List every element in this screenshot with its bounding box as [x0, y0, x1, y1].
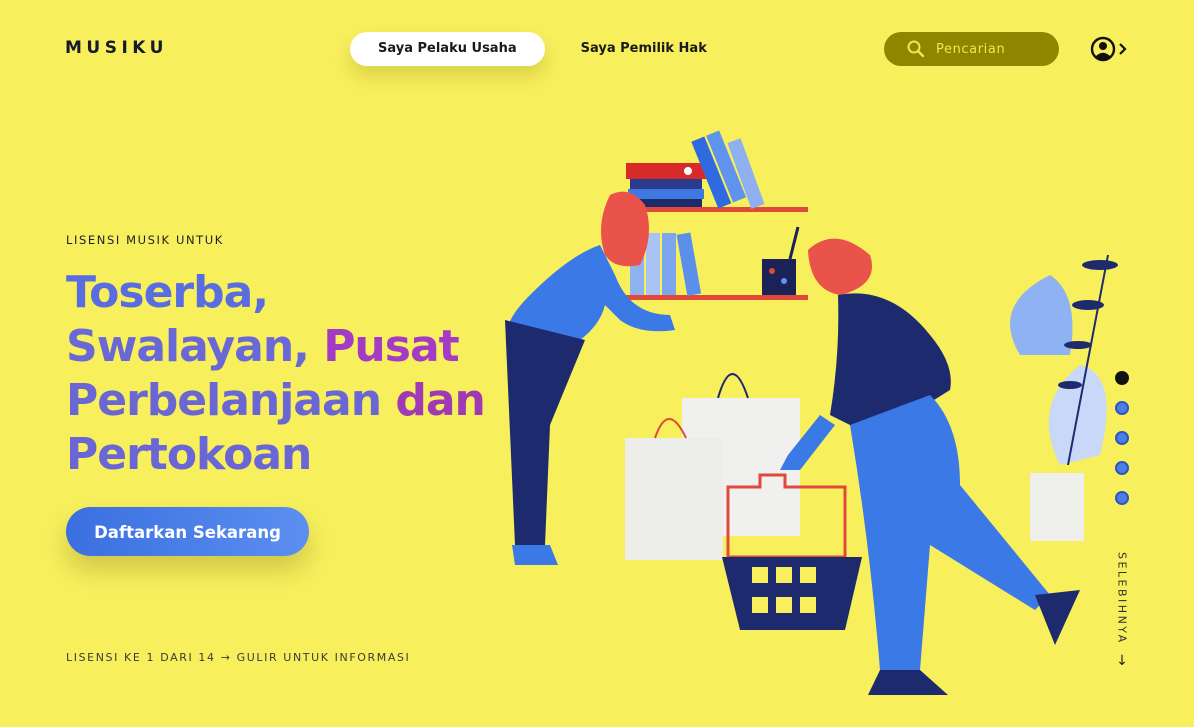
account-menu[interactable]: [1090, 36, 1130, 62]
headline-line-3-a: Perbelanjaan: [66, 375, 396, 426]
user-circle-icon: [1090, 36, 1116, 62]
tab-pelaku-usaha[interactable]: Saya Pelaku Usaha: [350, 32, 545, 66]
search-icon: [907, 40, 925, 58]
license-counter-hint: LISENSI KE 1 DARI 14 → GULIR UNTUK INFOR…: [66, 651, 411, 664]
search-input[interactable]: [934, 40, 1048, 58]
search-bar[interactable]: [884, 32, 1059, 66]
audience-tabs: Saya Pelaku Usaha Saya Pemilik Hak: [350, 32, 735, 66]
hero-headline: Toserba, Swalayan, Pusat Perbelanjaan da…: [66, 266, 486, 482]
headline-line-4: Pertokoan: [66, 429, 312, 480]
headline-line-2-b: Pusat: [323, 321, 459, 372]
chevron-right-icon: [1119, 43, 1127, 55]
headline-line-2-a: Swalayan,: [66, 321, 324, 372]
logo[interactable]: MUSIKU: [65, 38, 168, 58]
headline-line-1: Toserba,: [66, 267, 269, 318]
headline-line-2: Swalayan, Pusat: [66, 320, 485, 374]
hero-eyebrow: LISENSI MUSIK UNTUK: [66, 233, 224, 247]
headline-line-3: Perbelanjaan dan: [66, 374, 486, 428]
shopping-illustration: [505, 130, 1118, 695]
headline-line-3-b: dan: [395, 375, 486, 426]
tab-pemilik-hak[interactable]: Saya Pemilik Hak: [553, 32, 735, 66]
register-button[interactable]: Daftarkan Sekarang: [66, 507, 309, 556]
